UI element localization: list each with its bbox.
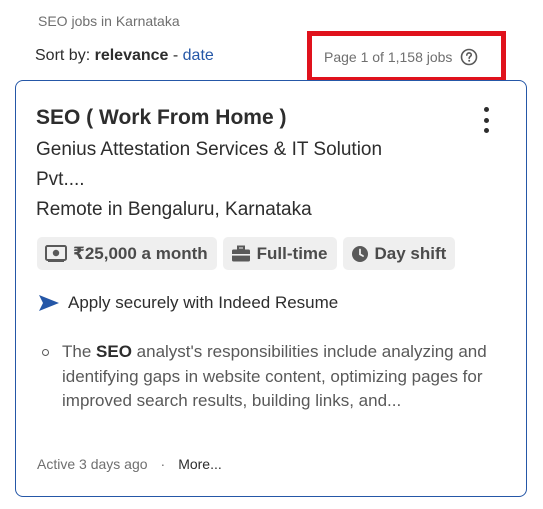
- briefcase-icon: [231, 245, 250, 261]
- company-name: Genius Attestation Services & IT Solutio…: [36, 139, 383, 190]
- more-options-icon[interactable]: [476, 107, 496, 133]
- job-location: Remote in Bengaluru, Karnataka: [36, 199, 312, 220]
- sort-separator: -: [168, 47, 183, 64]
- sort-date-link[interactable]: date: [183, 47, 214, 64]
- job-card[interactable]: SEO ( Work From Home ) Genius Attestatio…: [15, 80, 527, 497]
- shift-chip: Day shift: [342, 237, 456, 270]
- apply-text: Apply securely with Indeed Resume: [68, 293, 339, 312]
- salary-text: ₹25,000 a month: [73, 243, 208, 263]
- sort-bar: Sort by: relevance - date: [35, 47, 214, 65]
- snippet-text: The SEO analyst's responsibilities inclu…: [62, 342, 487, 410]
- job-attributes: ₹25,000 a month Full-time Day shift: [37, 237, 456, 270]
- job-snippet: The SEO analyst's responsibilities inclu…: [42, 340, 502, 414]
- posted-date: Active 3 days ago: [37, 456, 148, 472]
- breadcrumb: SEO jobs in Karnataka: [38, 13, 180, 29]
- clock-icon: [351, 245, 368, 262]
- sort-relevance: relevance: [94, 47, 169, 64]
- shift-text: Day shift: [374, 243, 447, 263]
- sort-label: Sort by:: [35, 47, 91, 64]
- question-circle-icon[interactable]: [460, 48, 478, 66]
- job-footer: Active 3 days ago · More...: [37, 456, 222, 472]
- footer-separator: ·: [160, 456, 166, 472]
- easy-apply-indicator: Apply securely with Indeed Resume: [38, 293, 338, 313]
- send-arrow-icon: [39, 295, 59, 311]
- more-link[interactable]: More...: [178, 456, 222, 472]
- bullet-icon: [42, 349, 49, 356]
- salary-chip: ₹25,000 a month: [37, 237, 217, 270]
- job-type-chip: Full-time: [222, 237, 337, 270]
- page-count-text: Page 1 of 1,158 jobs: [324, 48, 453, 65]
- job-type-text: Full-time: [256, 243, 328, 263]
- money-icon: [45, 244, 67, 262]
- job-title[interactable]: SEO ( Work From Home ): [36, 106, 286, 130]
- page-count: Page 1 of 1,158 jobs: [307, 31, 506, 82]
